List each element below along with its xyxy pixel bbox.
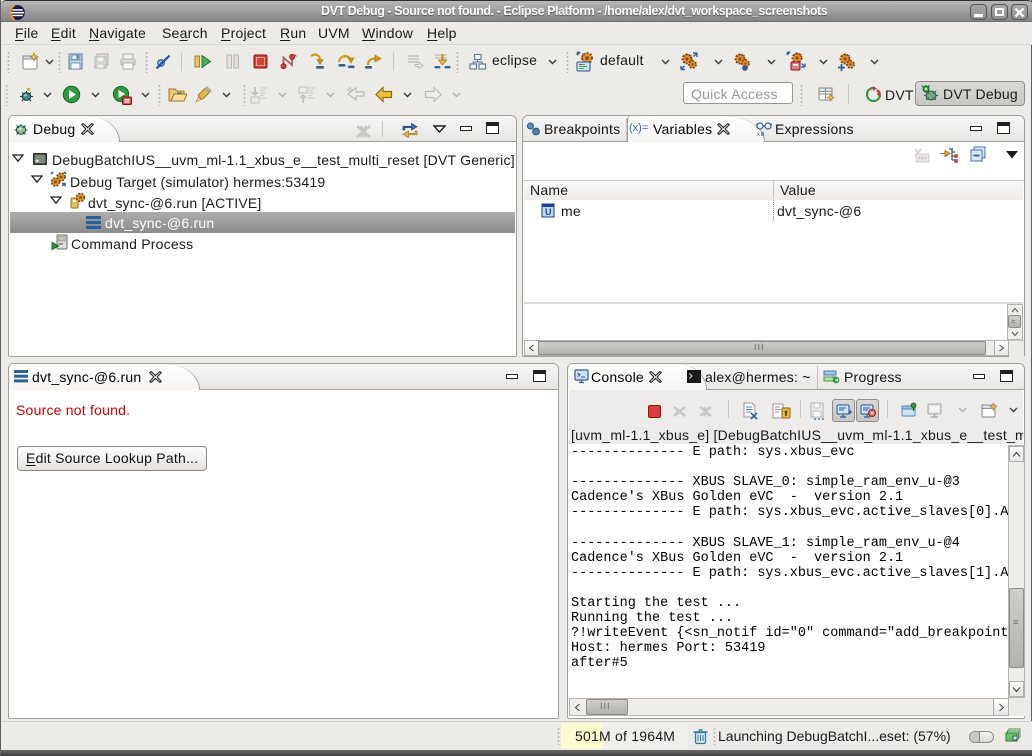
svg-text:U: U bbox=[545, 207, 552, 217]
svg-text:x: x bbox=[757, 132, 760, 137]
